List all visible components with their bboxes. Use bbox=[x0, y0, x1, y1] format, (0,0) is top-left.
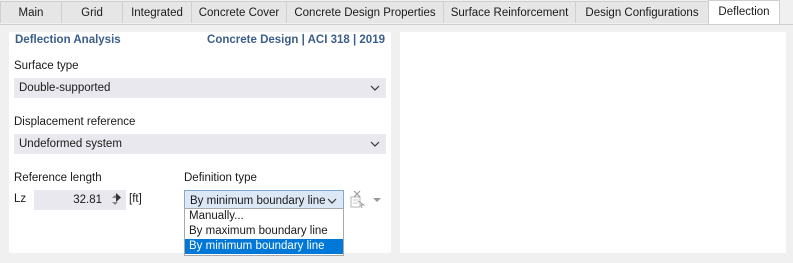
chevron-down-icon bbox=[370, 78, 380, 98]
tab-deflection[interactable]: Deflection bbox=[708, 0, 780, 24]
chevron-down-icon bbox=[370, 134, 380, 154]
displacement-reference-value: Undeformed system bbox=[19, 138, 122, 150]
definition-type-label: Definition type bbox=[184, 172, 257, 184]
pick-from-model-icon[interactable] bbox=[349, 189, 383, 212]
tab-integrated[interactable]: Integrated bbox=[122, 1, 192, 23]
surface-type-value: Double-supported bbox=[19, 82, 111, 94]
surface-type-select[interactable]: Double-supported bbox=[14, 78, 386, 98]
preview-panel bbox=[400, 32, 786, 253]
reference-length-label: Reference length bbox=[14, 172, 102, 184]
reference-length-input[interactable]: 32.81 bbox=[34, 190, 126, 210]
option-min-boundary-line[interactable]: By minimum boundary line bbox=[185, 239, 343, 254]
definition-type-select[interactable]: By minimum boundary line bbox=[184, 190, 344, 210]
tab-concrete-cover[interactable]: Concrete Cover bbox=[191, 1, 287, 23]
definition-type-dropdown-list: Manually... By maximum boundary line By … bbox=[184, 208, 344, 256]
option-manually[interactable]: Manually... bbox=[185, 209, 343, 224]
reference-length-unit: [ft] bbox=[129, 193, 142, 205]
displacement-reference-select[interactable]: Undeformed system bbox=[14, 134, 386, 154]
option-max-boundary-line[interactable]: By maximum boundary line bbox=[185, 224, 343, 239]
section-title: Deflection Analysis bbox=[15, 34, 121, 46]
displacement-reference-label: Displacement reference bbox=[14, 116, 136, 128]
tab-surface-reinforcement[interactable]: Surface Reinforcement bbox=[443, 1, 576, 23]
surface-type-label: Surface type bbox=[14, 60, 79, 72]
tab-bar: Main Grid Integrated Concrete Cover Conc… bbox=[0, 0, 793, 25]
tab-main[interactable]: Main bbox=[0, 1, 62, 23]
reference-length-value: 32.81 bbox=[73, 194, 102, 206]
reference-length-symbol: Lz bbox=[14, 193, 27, 205]
play-arrow-icon[interactable] bbox=[116, 193, 122, 205]
tab-design-configurations[interactable]: Design Configurations bbox=[575, 1, 709, 23]
definition-type-value: By minimum boundary line bbox=[190, 195, 326, 207]
design-standard-label: Concrete Design | ACI 318 | 2019 bbox=[207, 34, 385, 46]
tab-grid[interactable]: Grid bbox=[61, 1, 123, 23]
tab-concrete-design-properties[interactable]: Concrete Design Properties bbox=[286, 1, 444, 23]
